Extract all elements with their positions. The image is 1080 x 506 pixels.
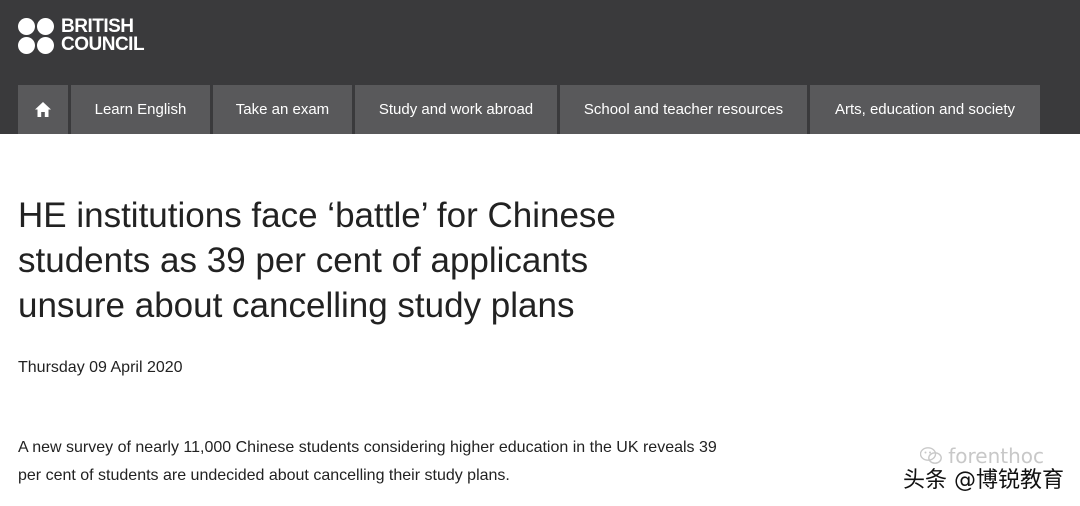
- nav-learn-english[interactable]: Learn English: [71, 85, 210, 134]
- nav-label: Arts, education and society: [834, 101, 1016, 118]
- watermark: forenthoc 头条 @博锐教育: [903, 444, 1064, 494]
- nav-label: Take an exam: [235, 101, 330, 118]
- article-content: HE institutions face ‘battle’ for Chines…: [18, 193, 1058, 506]
- nav-label: School and teacher resources: [583, 101, 784, 118]
- article-date: Thursday 09 April 2020: [18, 359, 183, 376]
- main-navigation: Learn English Take an exam Study and wor…: [18, 85, 1043, 134]
- logo-line-2: COUNCIL: [61, 34, 145, 55]
- watermark-bottom-text: 头条 @博锐教育: [903, 468, 1064, 493]
- nav-arts-education-and-society[interactable]: Arts, education and society: [810, 85, 1040, 134]
- nav-label: Learn English: [94, 101, 187, 118]
- article-lede: A new survey of nearly 11,000 Chinese st…: [18, 439, 717, 484]
- nav-study-and-work-abroad[interactable]: Study and work abroad: [355, 85, 557, 134]
- nav-school-and-teacher-resources[interactable]: School and teacher resources: [560, 85, 807, 134]
- british-council-logo[interactable]: BRITISH COUNCIL: [18, 17, 145, 55]
- nav-label: Study and work abroad: [378, 101, 534, 118]
- home-icon: [35, 102, 51, 117]
- nav-take-an-exam[interactable]: Take an exam: [213, 85, 352, 134]
- logo-dots-icon: [18, 18, 54, 54]
- article-title: HE institutions face ‘battle’ for Chines…: [18, 196, 616, 325]
- nav-home[interactable]: [18, 85, 68, 134]
- site-header: BRITISH COUNCIL Learn English Take an ex…: [0, 0, 1080, 134]
- logo-wordmark: BRITISH COUNCIL: [61, 17, 145, 55]
